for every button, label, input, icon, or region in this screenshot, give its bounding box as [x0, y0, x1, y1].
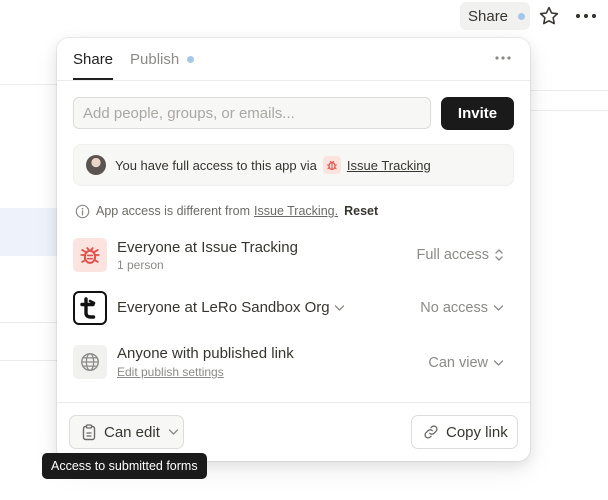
tabs-divider: [57, 80, 530, 81]
permission-select[interactable]: Can view: [428, 355, 504, 371]
access-banner: You have full access to this app via Iss…: [73, 144, 514, 186]
member-name: Everyone at Issue Tracking: [117, 239, 298, 256]
member-row: Everyone at LeRo Sandbox Org No access: [73, 289, 514, 329]
background-divider: [0, 84, 57, 85]
notification-dot: [518, 12, 526, 20]
tab-publish[interactable]: Publish: [130, 38, 195, 80]
background-divider: [531, 90, 608, 91]
access-banner-text: You have full access to this app via: [115, 157, 317, 173]
background-divider: [0, 322, 57, 323]
tab-share[interactable]: Share: [73, 38, 114, 80]
share-tabs: Share Publish: [73, 38, 195, 80]
bug-icon: [73, 238, 107, 272]
tooltip: Access to submitted forms: [42, 453, 207, 479]
background-divider: [0, 360, 57, 361]
background-selected-row: [0, 208, 57, 256]
chevron-updown-icon: [495, 249, 503, 261]
reset-button[interactable]: Reset: [344, 204, 378, 218]
member-row: Anyone with published link Edit publish …: [73, 343, 514, 383]
invite-input[interactable]: [73, 97, 431, 129]
globe-icon: [73, 345, 107, 379]
topbar-share-button[interactable]: Share: [460, 2, 530, 30]
copy-link-button[interactable]: Copy link: [411, 415, 518, 449]
publish-status-dot: [187, 55, 195, 63]
member-row: Everyone at Issue Tracking 1 person Full…: [73, 236, 514, 276]
footer-divider: [57, 402, 530, 403]
popover-more-icon[interactable]: [494, 52, 512, 64]
access-notice-text: App access is different from: [96, 204, 251, 218]
tab-share-label: Share: [73, 50, 114, 68]
chevron-down-icon: [334, 304, 344, 311]
permission-label: Full access: [416, 247, 489, 263]
clipboard-icon: [82, 423, 96, 440]
member-name-text: Everyone at Issue Tracking: [117, 239, 298, 256]
copy-link-label: Copy link: [446, 423, 508, 441]
issue-tracking-link[interactable]: Issue Tracking: [347, 158, 431, 173]
workspace-t-icon: [73, 291, 107, 325]
more-options-icon[interactable]: [574, 5, 598, 27]
member-name: Anyone with published link: [117, 345, 294, 362]
info-icon: [75, 204, 90, 218]
bug-icon: [322, 156, 341, 174]
permission-select[interactable]: Full access: [416, 247, 504, 263]
topbar-share-label: Share: [468, 7, 509, 25]
background-divider: [531, 110, 608, 111]
edit-publish-settings-link[interactable]: Edit publish settings: [117, 365, 224, 379]
permission-select[interactable]: No access: [420, 300, 504, 316]
member-count: 1 person: [117, 258, 164, 272]
member-name[interactable]: Everyone at LeRo Sandbox Org: [117, 299, 345, 316]
chevron-down-icon: [493, 305, 504, 311]
invite-button[interactable]: Invite: [441, 97, 514, 130]
chevron-down-icon: [168, 429, 179, 435]
can-edit-button[interactable]: Can edit: [69, 415, 184, 449]
can-edit-label: Can edit: [104, 423, 160, 441]
member-name-text: Anyone with published link: [117, 345, 294, 362]
access-notice: App access is different from Issue Track…: [75, 202, 378, 220]
chevron-down-icon: [493, 360, 504, 366]
permission-label: Can view: [428, 355, 488, 371]
permission-label: No access: [420, 300, 488, 316]
star-icon[interactable]: [538, 5, 560, 27]
link-icon: [424, 425, 438, 439]
member-name-text: Everyone at LeRo Sandbox Org: [117, 299, 330, 316]
tab-publish-label: Publish: [130, 50, 180, 68]
share-popover: Share Publish Invite You have full acces…: [57, 38, 530, 461]
notice-issue-tracking-link[interactable]: Issue Tracking.: [254, 204, 338, 218]
avatar: [86, 155, 106, 175]
